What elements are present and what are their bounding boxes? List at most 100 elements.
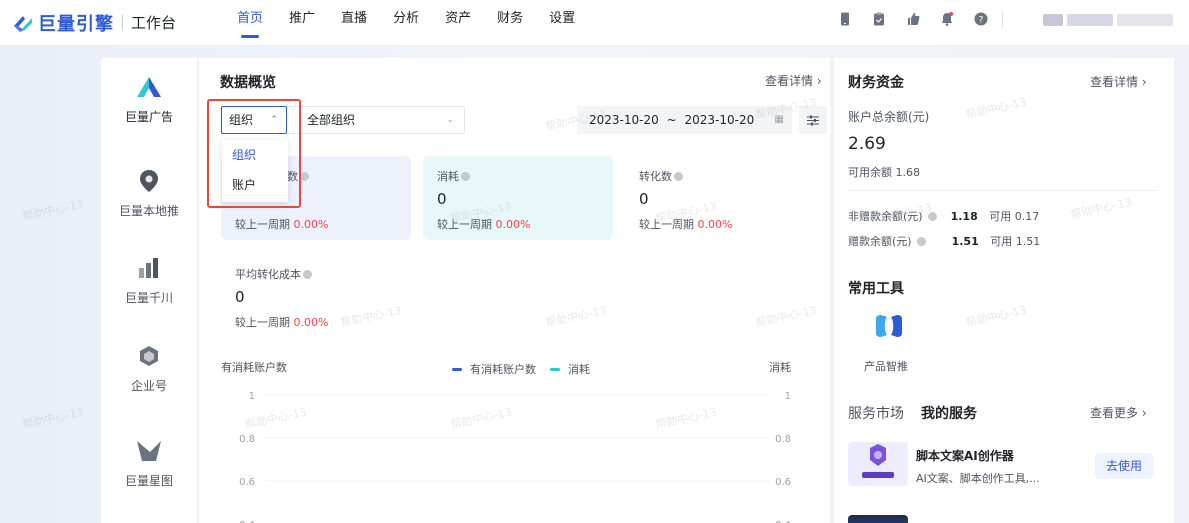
rail-item-ocean-ads[interactable]: 巨量广告 (101, 74, 197, 125)
non-gift-avail-label: 可用 (989, 210, 1012, 223)
qianchuan-icon (136, 255, 162, 281)
enterprise-icon (136, 343, 162, 369)
top-navbar: 巨量引擎 工作台 首页 推广 直播 分析 资产 财务 设置 ? (0, 0, 1189, 46)
rail-label: 巨量本地推 (118, 204, 179, 218)
gift-avail-value: 1.51 (1015, 235, 1041, 248)
brand-logo[interactable]: 巨量引擎 工作台 (12, 10, 176, 36)
service-name[interactable]: 脚本文案AI创作器 (916, 447, 1014, 464)
metric-compare: 较上一周期 0.00% (235, 216, 397, 232)
rail-item-local-push[interactable]: 巨量本地推 (101, 168, 197, 219)
metric-card-avg-cost[interactable]: 平均转化成本 0 较上一周期 0.00% (221, 254, 411, 338)
metric-label-text: 平均转化成本 (235, 268, 301, 281)
ocean-engine-ads-icon (136, 74, 162, 100)
user-account-blurred[interactable] (1039, 14, 1173, 26)
ai-creator-icon (862, 444, 894, 478)
legend-label: 消耗 (568, 363, 590, 376)
phone-icon[interactable] (838, 12, 852, 26)
service-thumbnail-2[interactable] (848, 515, 908, 523)
metric-value: 0 (235, 288, 245, 306)
more-link-text: 查看更多 (1090, 406, 1139, 420)
rail-item-star-map[interactable]: 巨量星图 (101, 438, 197, 489)
compare-value: 0.00% (293, 218, 329, 231)
help-circle-icon (674, 172, 683, 181)
main-nav: 首页 推广 直播 分析 资产 财务 设置 (224, 0, 588, 46)
more-link-text: 查看详情 (1090, 75, 1139, 89)
total-balance-value: 2.69 (848, 134, 886, 154)
help-circle-icon (917, 237, 927, 246)
nav-home[interactable]: 首页 (224, 0, 276, 46)
rail-item-enterprise[interactable]: 企业号 (101, 343, 197, 394)
date-end: 2023-10-20 (684, 113, 755, 127)
metric-label-text: 转化数 (639, 170, 672, 183)
available-value: 1.68 (895, 166, 921, 179)
y-tick-label-right: 1 (785, 391, 791, 402)
location-pin-icon (136, 168, 162, 194)
legend-swatch (550, 367, 560, 371)
non-gift-balance-row: 非赠款余额(元) 1.18 可用 0.17 (848, 208, 1039, 224)
clipboard-icon[interactable] (872, 12, 886, 26)
available-label: 可用余额 (848, 166, 892, 179)
product-rail: 巨量广告 巨量本地推 巨量千川 企业号 巨量星图 (101, 58, 197, 523)
rail-label: 巨量千川 (124, 291, 173, 305)
metric-label: 消耗 (437, 168, 599, 184)
help-icon[interactable]: ? (974, 12, 988, 26)
service-thumbnail[interactable] (848, 442, 908, 486)
bell-icon[interactable] (940, 12, 954, 26)
product-smart-push-icon[interactable] (872, 313, 906, 339)
service-desc: AI文案、脚本创作工具,... (916, 472, 1040, 485)
y-tick-label-right: 0.8 (775, 434, 791, 445)
top-icon-group: ? (818, 11, 1003, 27)
compare-label: 较上一周期 (235, 218, 290, 231)
ocean-engine-logo-icon (12, 12, 34, 34)
thumb-icon[interactable] (906, 12, 920, 26)
metric-card-conversions[interactable]: 转化数 0 较上一周期 0.00% (625, 156, 815, 240)
svg-text:?: ? (979, 16, 984, 26)
tab-service-market[interactable]: 服务市场 (848, 403, 904, 423)
compare-value: 0.00% (495, 218, 531, 231)
chevron-right-icon: › (1141, 75, 1147, 89)
rail-label: 巨量广告 (124, 110, 173, 124)
legend-item-accounts[interactable]: 有消耗账户数 (452, 361, 536, 377)
y-tick-label-left: 0.8 (239, 434, 255, 445)
nav-promotion[interactable]: 推广 (276, 0, 328, 46)
help-circle-icon (303, 270, 312, 279)
tab-my-services[interactable]: 我的服务 (921, 403, 977, 423)
overview-title: 数据概览 (220, 75, 276, 91)
nav-live[interactable]: 直播 (328, 0, 380, 46)
metric-label: 平均转化成本 (235, 266, 397, 282)
legend-item-cost[interactable]: 消耗 (550, 361, 590, 377)
overview-more-link[interactable]: 查看详情 › (765, 72, 822, 89)
compare-label: 较上一周期 (639, 218, 694, 231)
metric-card-cost[interactable]: 消耗 0 较上一周期 0.00% (423, 156, 613, 240)
metric-compare: 较上一周期 0.00% (437, 216, 599, 232)
services-more-link[interactable]: 查看更多 › (1090, 404, 1147, 421)
compare-label: 较上一周期 (235, 316, 290, 329)
available-balance: 可用余额 1.68 (848, 164, 920, 180)
metric-label-text: 消耗 (437, 170, 459, 183)
nav-settings[interactable]: 设置 (536, 0, 588, 46)
y-axis-label-left: 有消耗账户数 (221, 360, 287, 374)
nav-finance[interactable]: 财务 (484, 0, 536, 46)
total-balance-label: 账户总余额(元) (848, 110, 930, 124)
legend-label: 有消耗账户数 (470, 363, 536, 376)
nav-analysis[interactable]: 分析 (380, 0, 432, 46)
use-service-button[interactable]: 去使用 (1095, 453, 1153, 479)
scope-select-value: 全部组织 (307, 113, 356, 127)
sliders-icon (807, 115, 819, 125)
tools-title: 常用工具 (848, 281, 904, 297)
date-range-picker[interactable]: 2023-10-20 ~ 2023-10-20 ▦ (577, 106, 792, 134)
help-circle-icon (300, 172, 309, 181)
calendar-icon: ▦ (774, 114, 784, 125)
logo-divider (122, 14, 123, 31)
scope-select[interactable]: 全部组织 ⌄ (287, 106, 465, 134)
rail-item-qianchuan[interactable]: 巨量千川 (101, 255, 197, 306)
filter-settings-button[interactable] (799, 106, 827, 134)
gift-value: 1.51 (951, 235, 979, 248)
y-tick-label-right: 0.6 (775, 477, 791, 488)
watermark: 帮助中心-13 (21, 197, 85, 224)
finance-more-link[interactable]: 查看详情 › (1090, 73, 1147, 90)
compare-value: 0.00% (293, 316, 329, 329)
nav-assets[interactable]: 资产 (432, 0, 484, 46)
top-divider (1002, 11, 1003, 27)
non-gift-avail-value: 0.17 (1014, 210, 1040, 223)
